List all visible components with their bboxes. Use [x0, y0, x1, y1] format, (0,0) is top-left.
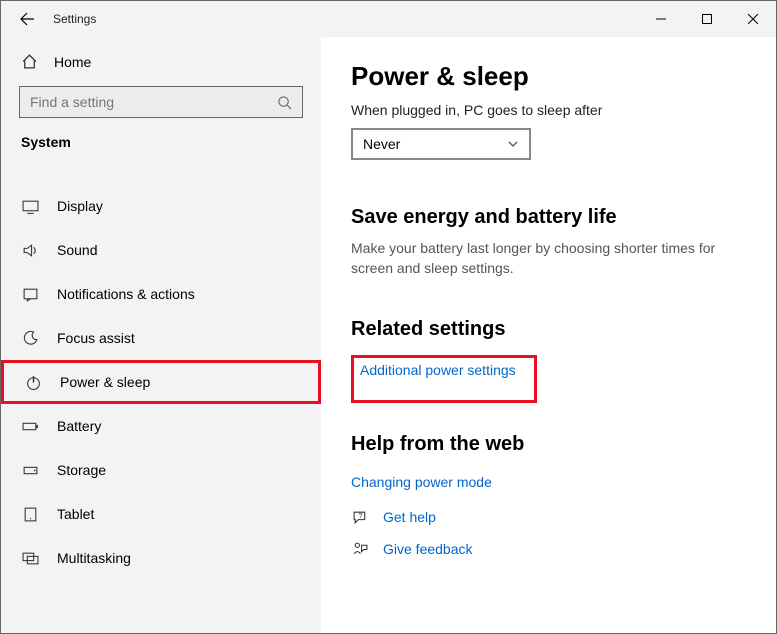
- sidebar-item-tablet[interactable]: Tablet: [1, 492, 321, 536]
- search-input[interactable]: [30, 94, 266, 110]
- battery-icon: [21, 417, 39, 435]
- sidebar-item-label: Storage: [57, 462, 106, 478]
- window-controls: [638, 3, 776, 35]
- sidebar-item-storage[interactable]: Storage: [1, 448, 321, 492]
- additional-power-settings-link[interactable]: Additional power settings: [360, 362, 516, 378]
- section-label: System: [1, 128, 321, 160]
- changing-power-mode-link[interactable]: Changing power mode: [351, 474, 492, 490]
- feedback-icon: [351, 540, 369, 558]
- sidebar-item-multitasking[interactable]: Multitasking: [1, 536, 321, 580]
- sidebar-item-label: Notifications & actions: [57, 286, 195, 302]
- notifications-icon: [21, 285, 39, 303]
- main-content: Power & sleep When plugged in, PC goes t…: [321, 37, 776, 633]
- chevron-down-icon: [507, 138, 519, 150]
- give-feedback-row[interactable]: Give feedback: [351, 540, 750, 558]
- arrow-left-icon: [19, 11, 35, 27]
- sidebar-item-power-sleep[interactable]: Power & sleep: [1, 360, 321, 404]
- energy-heading: Save energy and battery life: [351, 206, 750, 229]
- close-button[interactable]: [730, 3, 776, 35]
- tablet-icon: [21, 505, 39, 523]
- sidebar-item-notifications[interactable]: Notifications & actions: [1, 272, 321, 316]
- home-nav[interactable]: Home: [1, 45, 321, 78]
- sidebar: Home System Display Sound Notifications …: [1, 37, 321, 633]
- home-icon: [21, 53, 38, 70]
- minimize-icon: [656, 14, 666, 24]
- close-icon: [748, 14, 758, 24]
- focus-assist-icon: [21, 329, 39, 347]
- energy-description: Make your battery last longer by choosin…: [351, 239, 731, 278]
- dropdown-value: Never: [363, 136, 400, 152]
- search-box[interactable]: [19, 86, 303, 118]
- maximize-button[interactable]: [684, 3, 730, 35]
- home-label: Home: [54, 54, 91, 70]
- sidebar-item-sound[interactable]: Sound: [1, 228, 321, 272]
- back-button[interactable]: [15, 7, 39, 31]
- display-icon: [21, 197, 39, 215]
- additional-power-settings-highlight: Additional power settings: [351, 355, 537, 403]
- sidebar-item-label: Battery: [57, 418, 101, 434]
- sidebar-item-label: Display: [57, 198, 103, 214]
- multitasking-icon: [21, 549, 39, 567]
- give-feedback-link[interactable]: Give feedback: [383, 541, 473, 557]
- sidebar-item-focus-assist[interactable]: Focus assist: [1, 316, 321, 360]
- maximize-icon: [702, 14, 712, 24]
- minimize-button[interactable]: [638, 3, 684, 35]
- sidebar-item-battery[interactable]: Battery: [1, 404, 321, 448]
- plugged-label: When plugged in, PC goes to sleep after: [351, 102, 750, 118]
- window-title: Settings: [53, 12, 96, 26]
- power-icon: [24, 373, 42, 391]
- related-heading: Related settings: [351, 318, 750, 341]
- sidebar-item-label: Focus assist: [57, 330, 135, 346]
- storage-icon: [21, 461, 39, 479]
- get-help-row[interactable]: ? Get help: [351, 508, 750, 526]
- sleep-dropdown[interactable]: Never: [351, 128, 531, 160]
- sidebar-item-display[interactable]: Display: [1, 184, 321, 228]
- get-help-icon: ?: [351, 508, 369, 526]
- sidebar-item-label: Tablet: [57, 506, 94, 522]
- titlebar: Settings: [1, 1, 776, 37]
- sidebar-item-label: Sound: [57, 242, 97, 258]
- search-icon: [277, 95, 292, 110]
- sound-icon: [21, 241, 39, 259]
- page-title: Power & sleep: [351, 61, 750, 92]
- sidebar-item-label: Multitasking: [57, 550, 131, 566]
- sidebar-item-label: Power & sleep: [60, 374, 150, 390]
- svg-text:?: ?: [358, 511, 362, 520]
- help-heading: Help from the web: [351, 433, 750, 456]
- get-help-link[interactable]: Get help: [383, 509, 436, 525]
